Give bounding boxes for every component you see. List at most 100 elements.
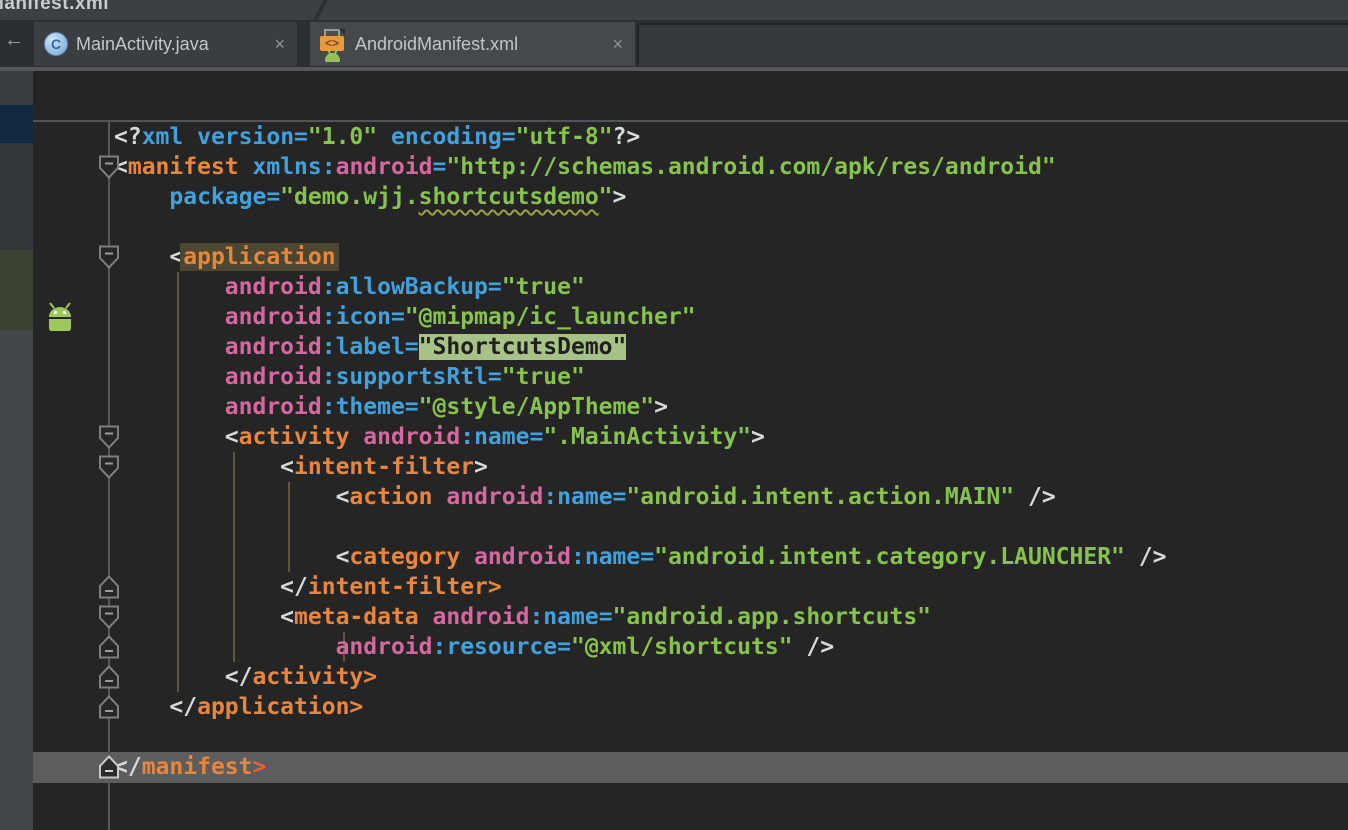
top-bar: Manifest.xml (0, 0, 1348, 20)
fold-marker-expand-end[interactable] (98, 635, 120, 659)
code-token: activity (252, 664, 363, 690)
code-line[interactable] (114, 512, 1166, 542)
code-token (114, 334, 225, 360)
code-token: application (197, 694, 349, 720)
code-line[interactable]: <manifest xmlns:android="http://schemas.… (114, 152, 1166, 182)
code-line[interactable]: <category android:name="android.intent.c… (114, 542, 1166, 572)
code-token: "android.intent.category.LAUNCHER" (654, 544, 1125, 570)
code-token (114, 274, 225, 300)
code-line[interactable]: android:icon="@mipmap/ic_launcher" (114, 302, 1166, 332)
code-token: "@mipmap/ic_launcher" (405, 304, 696, 330)
code-token: :icon= (322, 304, 405, 330)
code-line[interactable]: <application (114, 242, 1166, 272)
project-panel-row[interactable] (0, 250, 33, 330)
code-line[interactable] (114, 782, 1166, 812)
code-token: intent-filter (308, 574, 488, 600)
project-panel-row[interactable] (0, 143, 33, 250)
project-panel-row[interactable] (0, 71, 33, 105)
code-token (183, 124, 197, 150)
code-token (114, 574, 280, 600)
xml-code-badge: <> (320, 36, 344, 51)
project-panel-row[interactable] (0, 105, 33, 143)
tab-label: MainActivity.java (76, 34, 209, 55)
folded-corner (339, 29, 345, 35)
code-token: = (433, 154, 447, 180)
fold-marker-collapse[interactable] (98, 245, 120, 269)
editor-tab-bar: ← C MainActivity.java × <> AndroidManife… (0, 20, 1348, 67)
code-token: < (336, 544, 350, 570)
code-token: intent-filter (294, 454, 474, 480)
tab-androidmanifest-xml[interactable]: <> AndroidManifest.xml × (310, 22, 635, 66)
code-line[interactable]: </activity> (114, 662, 1166, 692)
code-token: "1.0" (308, 124, 377, 150)
code-line[interactable]: </application> (114, 692, 1166, 722)
code-line[interactable]: <action android:name="android.intent.act… (114, 482, 1166, 512)
code-line[interactable]: android:supportsRtl="true" (114, 362, 1166, 392)
code-token: < (336, 484, 350, 510)
code-token: "@style/AppTheme" (419, 394, 654, 420)
code-token (114, 304, 225, 330)
code-token: :name= (529, 604, 612, 630)
back-arrow-icon[interactable]: ← (4, 29, 24, 52)
code-token: android (433, 604, 530, 630)
code-token: category (349, 544, 460, 570)
top-partial-tab[interactable]: Manifest.xml (0, 0, 109, 15)
code-token: /> (1028, 484, 1056, 510)
fold-marker-expand-end[interactable] (98, 665, 120, 689)
code-token (349, 424, 363, 450)
code-token: :allowBackup= (322, 274, 502, 300)
code-line[interactable] (114, 212, 1166, 242)
code-line[interactable]: android:resource="@xml/shortcuts" /> (114, 632, 1166, 662)
code-line[interactable]: android:theme="@style/AppTheme"> (114, 392, 1166, 422)
project-panel-row[interactable] (0, 330, 33, 830)
code-line[interactable] (114, 722, 1166, 752)
code-token: < (280, 454, 294, 480)
fold-marker-collapse[interactable] (98, 455, 120, 479)
fold-marker-collapse[interactable] (98, 605, 120, 629)
code-line[interactable]: <?xml version="1.0" encoding="utf-8"?> (114, 122, 1166, 152)
fold-marker-expand-end[interactable] (98, 695, 120, 719)
code-token (239, 154, 253, 180)
code-line[interactable]: android:allowBackup="true" (114, 272, 1166, 302)
code-token: meta-data (294, 604, 419, 630)
android-robot-mini-icon (325, 53, 340, 62)
tab-label: AndroidManifest.xml (355, 34, 518, 55)
android-manifest-file-icon: <> (320, 29, 347, 60)
code-line[interactable]: android:label="ShortcutsDemo" (114, 332, 1166, 362)
android-robot-icon[interactable] (45, 300, 75, 339)
code-token: < (225, 424, 239, 450)
code-token: > (252, 754, 266, 780)
code-token (460, 544, 474, 570)
code-token (114, 244, 169, 270)
code-token: </ (225, 664, 253, 690)
code-token: "utf-8" (516, 124, 613, 150)
code-token: shortcutsdemo (419, 184, 599, 210)
code-token: > (613, 184, 627, 210)
fold-marker-expand-end[interactable] (98, 575, 120, 599)
fold-marker-collapse[interactable] (98, 155, 120, 179)
close-icon[interactable]: × (272, 34, 287, 55)
code-token: package= (169, 184, 280, 210)
code-area[interactable]: <?xml version="1.0" encoding="utf-8"?><m… (114, 122, 1166, 812)
code-token: android (225, 394, 322, 420)
code-line[interactable]: package="demo.wjj.shortcutsdemo"> (114, 182, 1166, 212)
code-line[interactable]: <intent-filter> (114, 452, 1166, 482)
code-token: "true" (502, 274, 585, 300)
close-icon[interactable]: × (610, 34, 625, 55)
tab-mainactivity-java[interactable]: C MainActivity.java × (34, 22, 297, 66)
code-token: encoding= (391, 124, 516, 150)
class-icon-letter: C (51, 36, 61, 52)
code-line[interactable]: <meta-data android:name="android.app.sho… (114, 602, 1166, 632)
code-token: "ShortcutsDemo" (419, 334, 627, 360)
code-line[interactable]: </intent-filter> (114, 572, 1166, 602)
code-token: :name= (460, 424, 543, 450)
code-line[interactable]: </manifest> (114, 752, 1166, 782)
code-token: "android.app.shortcuts" (613, 604, 932, 630)
fold-marker-expand-end[interactable] (98, 755, 120, 779)
code-token (114, 664, 225, 690)
code-token: "http://schemas.android.com/apk/res/andr… (446, 154, 1055, 180)
editor[interactable]: <?xml version="1.0" encoding="utf-8"?><m… (33, 71, 1348, 830)
code-token (114, 694, 169, 720)
code-line[interactable]: <activity android:name=".MainActivity"> (114, 422, 1166, 452)
fold-marker-collapse[interactable] (98, 425, 120, 449)
